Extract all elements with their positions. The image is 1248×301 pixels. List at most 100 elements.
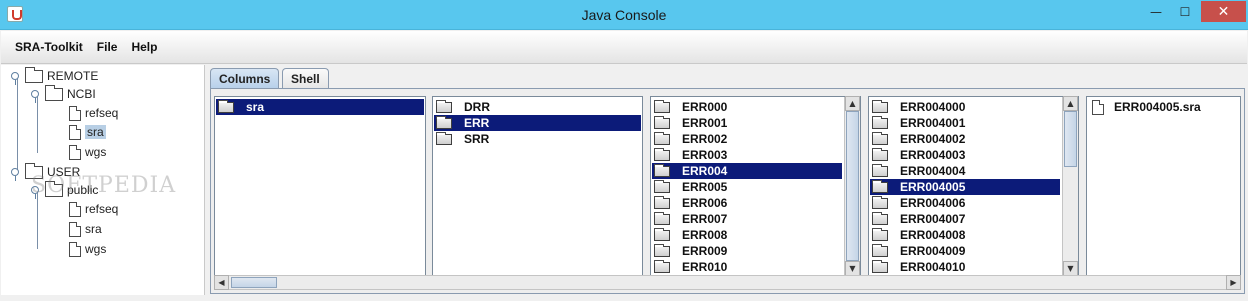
column-item[interactable]: ERR004010 [870,259,1060,275]
tree-node-sra[interactable]: sra [69,123,106,141]
column-item[interactable]: ERR004006 [870,195,1060,211]
folder-icon [654,195,670,209]
file-icon [69,124,81,140]
folder-icon [872,243,888,257]
window-title: Java Console [581,7,667,23]
browser-column[interactable]: sra [214,96,426,276]
folder-icon [45,84,63,101]
scroll-thumb[interactable] [231,277,277,288]
column-item-label: ERR [464,116,490,130]
column-item[interactable]: ERR009 [652,243,842,259]
column-item[interactable]: ERR004008 [870,227,1060,243]
column-item[interactable]: ERR004003 [870,147,1060,163]
tree-node-ncbi[interactable]: NCBI [31,84,96,103]
column-item-label: ERR004000 [900,100,966,114]
tree-label: wgs [85,145,107,159]
column-browser: sra DRR ERR SRR ▲ ▼ ERR000 ERR001 ERR002 ERR0… [210,88,1245,294]
menu-help[interactable]: Help [131,40,157,54]
column-item[interactable]: ERR004007 [870,211,1060,227]
tree-label: sra [85,125,106,139]
tab-label: Columns [219,71,271,86]
folder-icon [654,259,670,273]
folder-icon [872,227,888,241]
column-item[interactable]: ERR004001 [870,115,1060,131]
tree-label: USER [47,165,81,179]
column-item[interactable]: ERR [434,115,641,131]
file-icon [69,241,81,257]
browser-column[interactable]: ▲ ▼ ERR000 ERR001 ERR002 ERR003 ERR004 ERR005… [650,96,861,276]
expand-toggle-icon[interactable] [31,90,39,103]
column-item[interactable]: ERR002 [652,131,842,147]
tree-node-wgs[interactable]: wgs [69,143,106,161]
folder-icon [654,211,670,225]
column-item-label: ERR004003 [900,148,966,162]
tab-shell[interactable]: Shell [282,68,329,88]
folder-icon [654,243,670,257]
column-item[interactable]: ERR010 [652,259,842,275]
scroll-down-icon[interactable]: ▼ [1063,261,1078,276]
column-item-label: ERR001 [682,116,728,130]
column-item[interactable]: ERR004004 [870,163,1060,179]
column-item[interactable]: ERR008 [652,227,842,243]
column-item-label: ERR004002 [900,132,966,146]
scroll-left-icon[interactable]: ◀ [214,275,229,290]
tree-node-public[interactable]: public [31,180,98,199]
column-item-label: ERR004010 [900,260,966,274]
file-icon [69,221,81,237]
column-item-label: DRR [464,100,490,114]
column-item[interactable]: ERR004005.sra [1088,99,1239,115]
scroll-thumb[interactable] [846,111,859,261]
tree-node-user[interactable]: USER [11,162,81,181]
folder-icon [872,179,888,193]
folder-icon [218,99,234,113]
tree-node-refseq[interactable]: refseq [69,104,118,122]
column-item[interactable]: ERR007 [652,211,842,227]
tree-node-sra[interactable]: sra [69,220,102,238]
column-item-label: sra [246,100,265,114]
minimize-button[interactable]: — [1142,1,1170,22]
scroll-up-icon[interactable]: ▲ [845,96,860,111]
scroll-thumb[interactable] [1064,111,1077,167]
tree-node-wgs[interactable]: wgs [69,240,106,258]
scroll-right-icon[interactable]: ▶ [1226,275,1241,290]
column-item[interactable]: SRR [434,131,641,147]
menu-sra-toolkit[interactable]: SRA-Toolkit [15,40,83,54]
column-item-label: ERR004007 [900,212,966,226]
column-item[interactable]: ERR003 [652,147,842,163]
file-icon [1092,99,1104,115]
column-item[interactable]: ERR004002 [870,131,1060,147]
vertical-scrollbar[interactable]: ▲ ▼ [844,96,860,276]
close-button[interactable]: ✕ [1201,1,1246,22]
column-item[interactable]: DRR [434,99,641,115]
browser-column[interactable]: ▲ ▼ ERR004000 ERR004001 ERR004002 ERR004003… [868,96,1079,276]
scroll-up-icon[interactable]: ▲ [1063,96,1078,111]
folder-icon [654,115,670,129]
tab-columns[interactable]: Columns [210,68,280,88]
tree-node-remote[interactable]: REMOTE [11,66,98,85]
folder-icon [872,259,888,273]
expand-toggle-icon[interactable] [31,186,39,199]
folder-icon [872,115,888,129]
column-item[interactable]: ERR004009 [870,243,1060,259]
menu-file[interactable]: File [97,40,118,54]
expand-toggle-icon[interactable] [11,72,19,85]
maximize-button[interactable]: ☐ [1171,1,1199,22]
folder-icon [872,99,888,113]
column-item[interactable]: ERR004005 [870,179,1060,195]
column-item-label: ERR004 [682,164,728,178]
browser-column[interactable]: DRR ERR SRR [432,96,643,276]
column-item[interactable]: ERR005 [652,179,842,195]
expand-toggle-icon[interactable] [11,168,19,181]
scroll-down-icon[interactable]: ▼ [845,261,860,276]
column-item[interactable]: ERR001 [652,115,842,131]
horizontal-scrollbar[interactable]: ◀ ▶ [214,275,1241,290]
vertical-scrollbar[interactable]: ▲ ▼ [1062,96,1078,276]
browser-column[interactable]: ERR004005.sra [1086,96,1241,276]
column-item[interactable]: ERR004000 [870,99,1060,115]
tree-node-refseq[interactable]: refseq [69,200,118,218]
column-item[interactable]: sra [216,99,424,115]
column-item[interactable]: ERR000 [652,99,842,115]
column-item[interactable]: ERR006 [652,195,842,211]
column-item[interactable]: ERR004 [652,163,842,179]
folder-icon [872,147,888,161]
